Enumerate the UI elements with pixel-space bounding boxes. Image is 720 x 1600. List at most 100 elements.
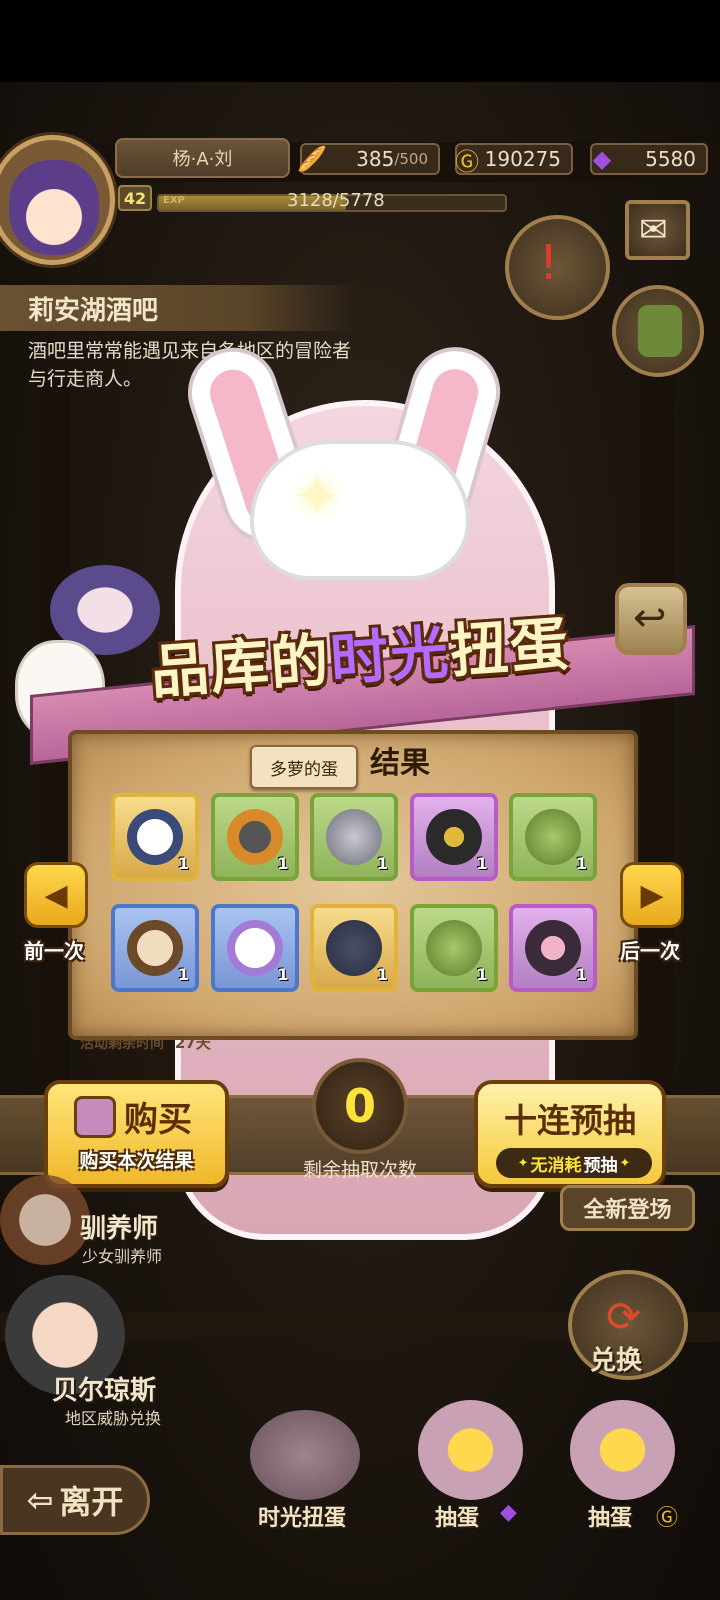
result-item-slot[interactable]: 1 xyxy=(210,793,299,881)
npc2-name[interactable]: 贝尔琼斯 xyxy=(52,1370,156,1407)
title-part1: 品库的 xyxy=(148,626,333,707)
item-quantity: 1 xyxy=(476,965,488,984)
tamer-npc-portrait xyxy=(0,1175,90,1265)
gem-counter[interactable]: ◆ 5580 xyxy=(590,143,708,175)
item-box-icon xyxy=(74,1096,116,1138)
star-icon: ✦ xyxy=(517,1155,529,1171)
draw-egg-gold-tab[interactable] xyxy=(570,1400,675,1500)
mail-button[interactable]: ✉ xyxy=(625,200,690,260)
title-part3: 扭蛋 xyxy=(447,609,573,686)
triangle-right-icon: ▶ xyxy=(640,877,664,913)
item-quantity: 1 xyxy=(476,854,488,873)
result-item-slot[interactable]: 1 xyxy=(509,793,597,881)
result-item-slot[interactable]: 1 xyxy=(409,793,498,881)
scroll-icon: ! xyxy=(539,235,559,291)
gold-counter[interactable]: Ⓖ 190275 xyxy=(455,143,573,176)
buy-button[interactable]: 购买 购买本次结果 xyxy=(44,1080,229,1188)
result-item-slot[interactable]: 1 xyxy=(111,904,199,992)
remaining-label: 剩余抽取次数 xyxy=(302,1159,417,1181)
result-item-slot[interactable]: 1 xyxy=(409,904,498,992)
exchange-arrows-icon: ⟳ xyxy=(606,1292,642,1341)
return-arrow-icon: ↩ xyxy=(633,595,667,641)
purple-gem-icon: ◆ xyxy=(592,145,612,173)
npc2-sub: 地区威胁兑换 xyxy=(65,1409,162,1428)
new-arrival-tag[interactable]: 全新登场 xyxy=(560,1185,695,1231)
npc1-sub: 少女驯养师 xyxy=(82,1247,163,1266)
tab-draw-gold-label: 抽蛋 xyxy=(588,1506,633,1531)
gold-value: 190275 xyxy=(484,147,561,171)
draw-egg-gem-tab[interactable] xyxy=(418,1400,523,1500)
arrow-left-icon: ⇦ xyxy=(26,1481,54,1519)
gold-coin-icon: Ⓖ xyxy=(455,147,479,176)
exp-label: EXP xyxy=(163,195,185,206)
purple-gem-icon: ◆ xyxy=(500,1500,517,1525)
result-item-slot[interactable]: 1 xyxy=(210,904,299,992)
demon-cape-icon xyxy=(525,920,581,976)
fur-hat-icon xyxy=(127,920,183,976)
exchange-label: 兑换 xyxy=(590,1346,643,1376)
buy-label: 购买 xyxy=(124,1100,192,1140)
stamina-counter[interactable]: 🥖 385/500 xyxy=(297,143,440,175)
item-quantity: 1 xyxy=(177,965,189,984)
result-item-slot[interactable]: 1 xyxy=(310,793,398,881)
ten-pull-sub-text: 预抽 xyxy=(583,1155,618,1176)
tab-draw-gem-label: 抽蛋 xyxy=(435,1506,480,1531)
tab-time-gacha-label: 时光扭蛋 xyxy=(258,1506,347,1531)
buy-sub-label: 购买本次结果 xyxy=(79,1150,194,1172)
anubis-mask-icon xyxy=(425,809,482,865)
player-name: 杨·A·刘 xyxy=(115,138,290,178)
white-fur-cloak-icon xyxy=(127,809,183,865)
item-quantity: 1 xyxy=(277,965,289,984)
item-tooltip: 多萝的蛋 xyxy=(250,745,358,789)
hat-icon xyxy=(226,809,283,865)
event-timer: 活动剩余时间 27天 xyxy=(80,1032,211,1053)
item-quantity: 1 xyxy=(376,965,388,984)
leave-label: 离开 xyxy=(59,1483,124,1521)
ten-pull-button[interactable]: 十连预抽 ✦ 无消耗 预抽 ✦ xyxy=(474,1080,666,1188)
timer-value: 27天 xyxy=(174,1034,211,1052)
dark-egg-icon xyxy=(326,920,382,976)
remaining-count: 0 xyxy=(312,1058,408,1154)
result-item-slot[interactable]: 1 xyxy=(310,904,398,992)
time-gacha-tab[interactable] xyxy=(250,1410,360,1500)
result-item-slot[interactable]: 1 xyxy=(111,793,199,881)
prev-button[interactable]: ◀ xyxy=(24,862,88,928)
result-item-slot[interactable]: 1 xyxy=(509,904,597,992)
seed-sprout-icon xyxy=(525,809,581,865)
gold-coin-icon: Ⓖ xyxy=(656,1506,679,1531)
status-bar-area xyxy=(0,0,720,82)
title-part2: 时光 xyxy=(328,617,453,694)
ten-pull-free: 无消耗 xyxy=(530,1155,582,1176)
item-quantity: 1 xyxy=(575,854,587,873)
ten-pull-sub: ✦ 无消耗 预抽 ✦ xyxy=(496,1148,652,1178)
next-label: 后一次 xyxy=(620,939,680,963)
stamina-value: 385 xyxy=(356,147,395,171)
item-quantity: 1 xyxy=(575,965,587,984)
player-level: 42 xyxy=(118,185,152,211)
triangle-left-icon: ◀ xyxy=(44,877,68,913)
gray-egg-icon xyxy=(326,809,382,865)
panel-title: 结果 xyxy=(370,746,430,781)
location-title: 莉安湖酒吧 xyxy=(0,285,355,331)
npc1-name[interactable]: 驯养师 xyxy=(80,1208,158,1245)
white-egg-icon xyxy=(226,920,283,976)
stamina-max: /500 xyxy=(394,150,428,168)
item-quantity: 1 xyxy=(177,854,189,873)
bread-icon: 🥖 xyxy=(297,145,327,173)
item-quantity: 1 xyxy=(376,854,388,873)
leave-button[interactable]: ⇦ 离开 xyxy=(0,1465,150,1535)
star-icon-2: ✦ xyxy=(619,1155,631,1171)
ten-pull-label: 十连预抽 xyxy=(504,1101,636,1140)
back-button[interactable]: ↩ xyxy=(615,583,687,655)
backpack-button[interactable] xyxy=(612,285,704,377)
exp-text: 3128/5778 xyxy=(287,190,385,211)
backpack-icon xyxy=(638,305,682,357)
timer-label: 活动剩余时间 xyxy=(80,1036,164,1052)
seed-sprout-icon xyxy=(425,920,482,976)
quest-scroll-button[interactable]: ! xyxy=(505,215,610,320)
item-quantity: 1 xyxy=(277,854,289,873)
next-button[interactable]: ▶ xyxy=(620,862,684,928)
envelope-icon: ✉ xyxy=(639,210,668,250)
bunny-mascot xyxy=(250,440,470,580)
prev-label: 前一次 xyxy=(24,939,84,963)
